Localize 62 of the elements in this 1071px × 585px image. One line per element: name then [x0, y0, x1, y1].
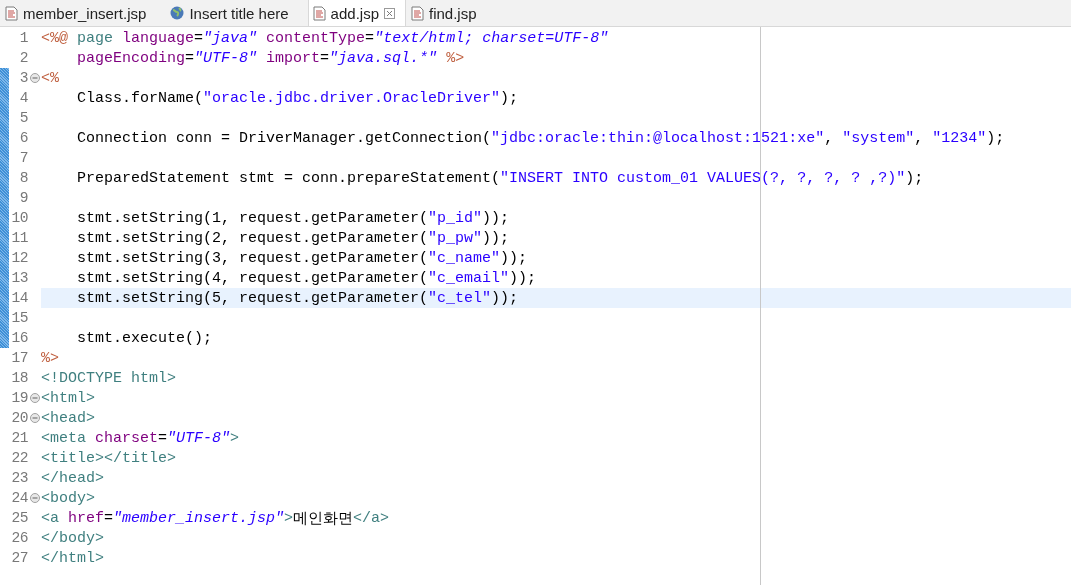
code-line: <html>	[41, 388, 96, 408]
line-number: 26	[10, 530, 28, 546]
line-number: 24	[10, 490, 28, 506]
code-line: </head>	[41, 468, 105, 488]
file-icon	[411, 5, 424, 21]
editor-tab[interactable]: find.jsp	[406, 0, 488, 26]
line-number: 10	[10, 210, 28, 226]
line-number: 16	[10, 330, 28, 346]
line-number: 23	[10, 470, 28, 486]
line-number: 25	[10, 510, 28, 526]
line-number: 20	[10, 410, 28, 426]
code-line: <!DOCTYPE html>	[41, 368, 178, 388]
line-number: 18	[10, 370, 28, 386]
code-line: </html>	[41, 548, 105, 568]
collapse-icon[interactable]	[29, 493, 40, 503]
line-number: 17	[10, 350, 28, 366]
collapse-icon[interactable]	[29, 73, 40, 83]
code-line: stmt.setString(3, request.getParameter("c_name"));	[76, 248, 529, 268]
code-line: %>	[41, 348, 60, 368]
line-number: 5	[18, 110, 28, 126]
line-number: 13	[10, 270, 28, 286]
line-number: 3	[18, 70, 28, 86]
code-line: <meta charset="UTF-8">	[41, 428, 241, 448]
code-line: Connection conn = DriverManager.getConnection("jdbc:oracle:thin:@localhost:1521:xe", "system", "1234");	[76, 128, 1006, 148]
line-number: 4	[18, 90, 28, 106]
code-line: <a href="member_insert.jsp">메인화면</a>	[41, 508, 391, 528]
line-number: 11	[10, 230, 28, 246]
globe-icon	[170, 6, 185, 20]
code-line: stmt.execute();	[76, 328, 214, 348]
code-line: <body>	[41, 488, 96, 508]
line-number: 7	[18, 150, 28, 166]
line-number: 22	[10, 450, 28, 466]
file-icon	[5, 5, 18, 21]
line-number: 1	[18, 30, 28, 46]
close-icon[interactable]	[384, 7, 395, 19]
code-line: stmt.setString(1, request.getParameter("p_id"));	[76, 208, 511, 228]
code-line: <title></title>	[41, 448, 178, 468]
line-number: 19	[10, 390, 28, 406]
collapse-icon[interactable]	[29, 393, 40, 403]
collapse-icon[interactable]	[29, 413, 40, 423]
line-number: 9	[18, 190, 28, 206]
line-number: 14	[10, 290, 28, 306]
line-number: 2	[18, 50, 28, 66]
code-line: stmt.setString(4, request.getParameter("c_email"));	[76, 268, 538, 288]
editor-tab[interactable]: member_insert.jsp	[0, 0, 158, 26]
code-line: Class.forName("oracle.jdbc.driver.OracleDriver");	[76, 88, 520, 108]
file-icon	[312, 5, 326, 21]
editor-tab[interactable]: add.jsp	[307, 0, 406, 26]
code-line: </body>	[41, 528, 105, 548]
code-line: <%	[41, 68, 60, 88]
editor-tab[interactable]: Insert title here	[165, 0, 300, 26]
code-line: <head>	[41, 408, 96, 428]
line-number: 8	[18, 170, 28, 186]
code-line: stmt.setString(2, request.getParameter("p_pw"));	[76, 228, 511, 248]
line-number: 21	[10, 430, 28, 446]
line-number: 27	[10, 550, 28, 566]
code-line: PreparedStatement stmt = conn.prepareStatement("INSERT INTO custom_01 VALUES(?, ?, ?, ? ,?)");	[76, 168, 925, 188]
code-line: pageEncoding="UTF-8" import="java.sql.*" %>	[76, 48, 466, 68]
line-number: 12	[10, 250, 28, 266]
code-line: <%@ page language="java" contentType="text/html; charset=UTF-8"	[41, 28, 610, 48]
line-number: 15	[10, 310, 28, 326]
line-number: 6	[18, 130, 28, 146]
